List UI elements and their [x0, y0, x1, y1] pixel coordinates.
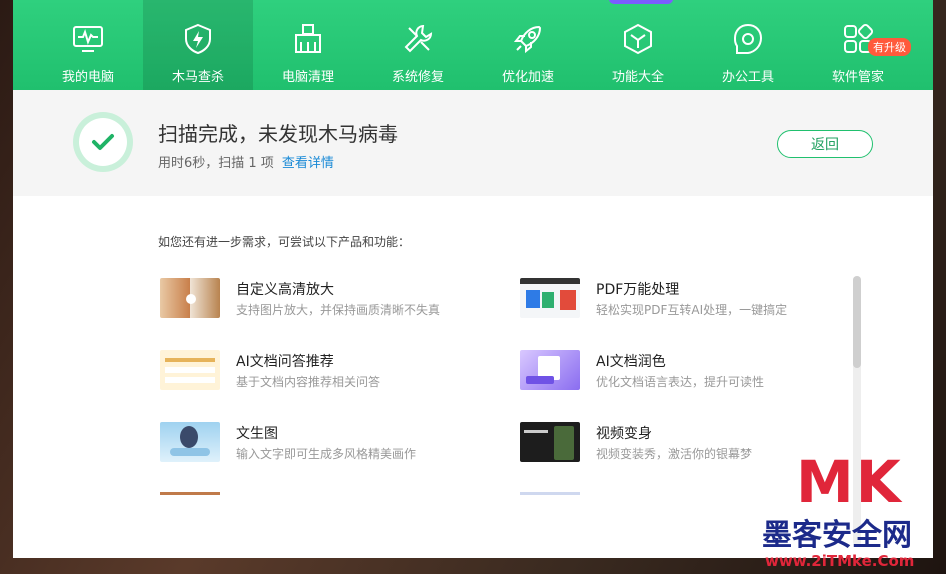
nav-features[interactable]: 功能大全 — [583, 0, 693, 90]
suggestion-pdf[interactable]: PDF万能处理 轻松实现PDF互转AI处理，一键搞定 — [520, 276, 850, 320]
nav-label: 功能大全 — [611, 70, 664, 85]
suggestion-desc: 轻松实现PDF互转AI处理，一键搞定 — [596, 303, 788, 317]
suggestion-title: AI文档问答推荐 — [236, 354, 334, 370]
suggestion-desc: 优化文档语言表达，提升可读性 — [596, 375, 765, 389]
suggestion-desc: 输入文字即可生成多风格精美画作 — [236, 447, 417, 461]
suggestion-title: PDF万能处理 — [596, 282, 680, 298]
nav-label: 电脑清理 — [281, 70, 334, 85]
nav-label: 软件管家 — [831, 70, 884, 85]
top-nav: 我的电脑 木马查杀 电脑清理 系统修复 优化加速 功能大全 办公工具 软件管家 … — [13, 0, 933, 90]
suggestion-desc: 基于文档内容推荐相关问答 — [236, 375, 381, 389]
partial-thumbnail — [520, 492, 580, 495]
wrench-icon — [401, 22, 435, 56]
upgrade-badge: 有升级 — [868, 38, 911, 56]
watermark-logo: MK — [796, 448, 903, 516]
view-details-link[interactable]: 查看详情 — [282, 156, 334, 171]
suggestion-title: AI文档润色 — [596, 354, 666, 370]
shield-icon — [181, 22, 215, 56]
nav-my-computer[interactable]: 我的电脑 — [33, 0, 143, 90]
nav-trojan-scan[interactable]: 木马查杀 — [143, 0, 253, 90]
partial-thumbnail — [160, 492, 220, 495]
suggestion-ai-qa[interactable]: AI文档问答推荐 基于文档内容推荐相关问答 — [160, 348, 490, 392]
nav-label: 办公工具 — [721, 70, 774, 85]
scan-result-summary: 用时6秒，扫描 1 项查看详情 — [158, 152, 334, 171]
success-check-icon — [73, 112, 133, 172]
nav-label: 系统修复 — [391, 70, 444, 85]
suggestions-heading: 如您还有进一步需求，可尝试以下产品和功能： — [158, 235, 411, 249]
back-button[interactable]: 返回 — [777, 130, 873, 158]
cube-icon — [621, 22, 655, 56]
scrollbar-thumb[interactable] — [853, 276, 861, 368]
office-icon — [731, 22, 765, 56]
pdf-thumbnail — [520, 278, 580, 318]
broom-icon — [291, 22, 325, 56]
scan-time-text: 用时6秒，扫描 1 项 — [158, 156, 274, 171]
suggestion-title: 文生图 — [236, 426, 278, 442]
scan-result-title: 扫描完成，未发现木马病毒 — [158, 122, 398, 146]
rocket-icon — [511, 22, 545, 56]
text-to-image-thumbnail — [160, 422, 220, 462]
app-window: 我的电脑 木马查杀 电脑清理 系统修复 优化加速 功能大全 办公工具 软件管家 … — [13, 0, 933, 558]
ai-qa-thumbnail — [160, 350, 220, 390]
nav-label: 优化加速 — [501, 70, 554, 85]
watermark-url: www.2iTMke.Com — [765, 552, 915, 570]
monitor-icon — [71, 22, 105, 56]
nav-optimize[interactable]: 优化加速 — [473, 0, 583, 90]
video-transform-thumbnail — [520, 422, 580, 462]
suggestion-text-to-image[interactable]: 文生图 输入文字即可生成多风格精美画作 — [160, 420, 490, 464]
nav-label: 木马查杀 — [171, 70, 224, 85]
watermark-site-name: 墨客安全网 — [762, 518, 912, 553]
upscale-thumbnail — [160, 278, 220, 318]
nav-pc-cleanup[interactable]: 电脑清理 — [253, 0, 363, 90]
suggestion-desc: 视频变装秀，激活你的银幕梦 — [596, 447, 753, 461]
nav-label: 我的电脑 — [61, 70, 114, 85]
scan-result-panel: 扫描完成，未发现木马病毒 用时6秒，扫描 1 项查看详情 返回 — [13, 90, 933, 196]
nav-system-repair[interactable]: 系统修复 — [363, 0, 473, 90]
suggestion-title: 自定义高清放大 — [236, 282, 334, 298]
suggestion-ai-polish[interactable]: AI文档润色 优化文档语言表达，提升可读性 — [520, 348, 850, 392]
ai-polish-thumbnail — [520, 350, 580, 390]
suggestion-title: 视频变身 — [596, 426, 652, 442]
suggestion-upscale[interactable]: 自定义高清放大 支持图片放大，并保持画质清晰不失真 — [160, 276, 490, 320]
nav-office-tools[interactable]: 办公工具 — [693, 0, 803, 90]
suggestion-desc: 支持图片放大，并保持画质清晰不失真 — [236, 303, 441, 317]
